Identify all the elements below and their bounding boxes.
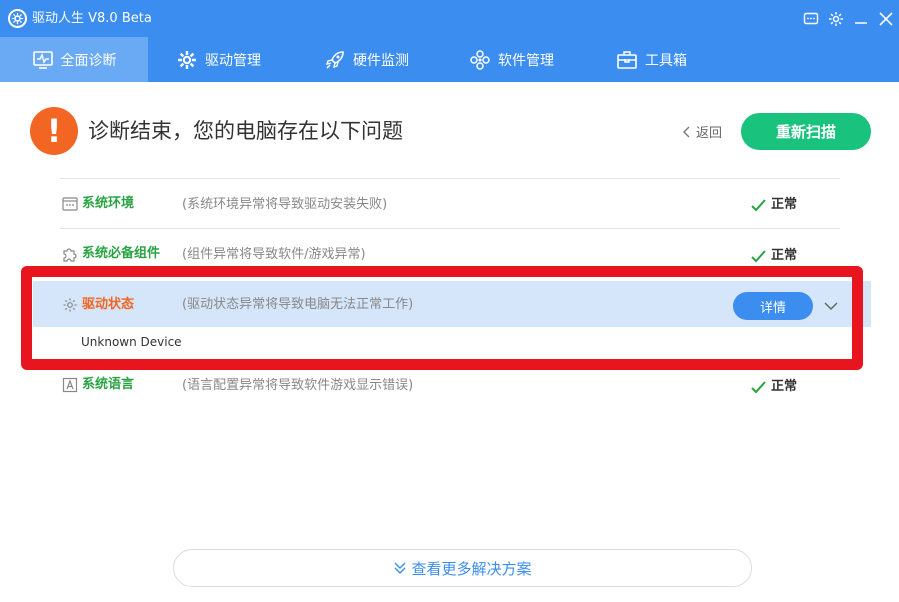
back-label: 返回 xyxy=(696,126,723,141)
minimize-icon[interactable] xyxy=(851,9,871,29)
main-nav: 全面诊断 驱动管理 硬件监测 软件管理 工具箱 xyxy=(0,37,899,82)
row-description: (系统环境异常将导致驱动安装失败) xyxy=(182,197,388,212)
warning-icon: ! xyxy=(30,107,78,155)
more-solutions-label: 查看更多解决方案 xyxy=(411,559,532,578)
tab-label: 驱动管理 xyxy=(205,52,261,69)
monitor-pulse-icon xyxy=(32,50,53,69)
row-description: (语言配置异常将导致软件游戏显示错误) xyxy=(182,378,414,393)
checkmark-icon xyxy=(751,249,766,262)
chevron-left-icon xyxy=(683,126,690,137)
status-text: 正常 xyxy=(771,379,798,394)
tab-label: 全面诊断 xyxy=(60,52,117,69)
status-text: 正常 xyxy=(771,197,798,212)
checkmark-icon xyxy=(751,198,766,211)
puzzle-icon xyxy=(63,248,77,262)
gear-icon xyxy=(178,50,196,69)
page-title: 诊断结束，您的电脑存在以下问题 xyxy=(88,119,403,143)
status-badge: 正常 xyxy=(751,378,797,396)
status-text: 正常 xyxy=(771,248,798,263)
toolbox-icon xyxy=(617,50,637,69)
letter-a-icon xyxy=(62,377,78,393)
row-title: 系统环境 xyxy=(82,196,135,211)
double-chevron-down-icon xyxy=(394,562,406,574)
app-logo-icon xyxy=(8,9,27,28)
rescan-button[interactable]: 重新扫描 xyxy=(741,113,871,150)
row-description: (组件异常将导致软件/游戏异常) xyxy=(182,247,366,262)
tab-label: 硬件监测 xyxy=(353,52,409,69)
highlight-frame xyxy=(21,266,863,370)
tab-label: 软件管理 xyxy=(498,52,554,69)
flower-icon xyxy=(470,49,490,70)
window-icon xyxy=(62,197,78,211)
app-title: 驱动人生 V8.0 Beta xyxy=(32,11,152,26)
feedback-icon[interactable] xyxy=(801,9,821,29)
check-row-system-language: 系统语言 (语言配置异常将导致软件游戏显示错误) 正常 xyxy=(60,360,840,410)
tab-hardware-monitor[interactable]: 硬件监测 xyxy=(324,37,409,82)
tab-diagnosis[interactable]: 全面诊断 xyxy=(0,37,148,82)
settings-gear-icon[interactable] xyxy=(826,9,846,29)
check-row-system-environment: 系统环境 (系统环境异常将导致驱动安装失败) 正常 xyxy=(60,179,840,229)
row-title: 系统必备组件 xyxy=(82,246,161,261)
title-bar: 驱动人生 V8.0 Beta xyxy=(0,0,899,37)
rocket-icon xyxy=(325,50,344,69)
more-solutions-button[interactable]: 查看更多解决方案 xyxy=(173,549,752,587)
close-icon[interactable] xyxy=(876,9,896,29)
tab-toolbox[interactable]: 工具箱 xyxy=(616,37,687,82)
row-title: 系统语言 xyxy=(82,377,135,392)
status-badge: 正常 xyxy=(751,247,797,265)
checkmark-icon xyxy=(751,380,766,393)
status-badge: 正常 xyxy=(751,196,797,214)
tab-driver-management[interactable]: 驱动管理 xyxy=(176,37,261,82)
tab-software-management[interactable]: 软件管理 xyxy=(469,37,554,82)
tab-label: 工具箱 xyxy=(645,52,687,69)
back-link[interactable]: 返回 xyxy=(682,122,722,141)
